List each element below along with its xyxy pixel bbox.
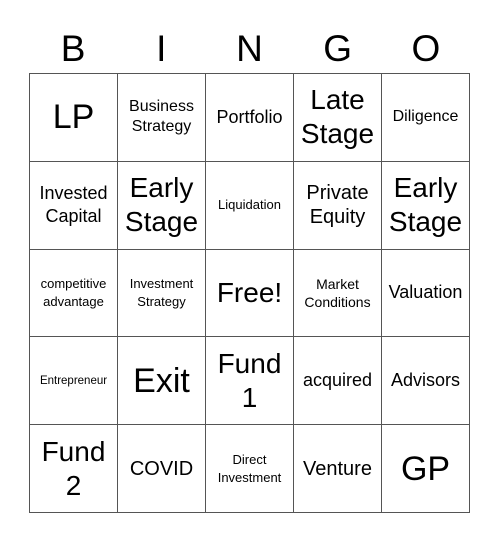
cell-text: Advisors — [390, 370, 461, 391]
bingo-cell[interactable]: Advisors — [382, 337, 470, 426]
bingo-cell[interactable]: Liquidation — [206, 161, 294, 250]
bingo-cell[interactable]: Venture — [294, 425, 382, 513]
cell-text: Business Strategy — [129, 98, 194, 136]
cell-text: Exit — [133, 361, 190, 400]
bingo-cell[interactable]: Exit — [118, 337, 206, 426]
cell-text: Valuation — [388, 282, 463, 303]
cell-text: Early Stage — [388, 172, 463, 238]
cell-text: Portfolio — [216, 106, 283, 127]
cell-text: Early Stage — [124, 172, 199, 238]
cell-text: LP — [52, 98, 95, 137]
header-letter-i: I — [156, 28, 167, 69]
header-letter-o: O — [411, 28, 441, 69]
header-letter-n: N — [236, 28, 263, 69]
cell-text: Fund 1 — [217, 347, 282, 413]
cell-text: acquired — [302, 370, 373, 391]
cell-text: Direct Investment — [217, 451, 282, 485]
cell-text: competitive advantage — [40, 275, 107, 309]
cell-text: Investment Strategy — [129, 275, 194, 309]
bingo-cell[interactable]: LP — [30, 74, 118, 162]
bingo-cell[interactable]: Entrepreneur — [30, 337, 118, 426]
bingo-cell free-space[interactable]: Free! — [206, 249, 294, 338]
cell-text: Diligence — [392, 108, 459, 126]
cell-text: COVID — [129, 457, 194, 480]
bingo-cell[interactable]: Portfolio — [206, 74, 294, 162]
cell-text: Free! — [216, 276, 283, 308]
cell-text: GP — [400, 449, 451, 488]
cell-text: Liquidation — [218, 197, 281, 213]
bingo-cell[interactable]: Fund 1 — [206, 337, 294, 426]
bingo-cell[interactable]: Early Stage — [382, 161, 470, 250]
bingo-cell[interactable]: acquired — [294, 337, 382, 426]
cell-text: Entrepreneur — [39, 374, 108, 387]
bingo-cell[interactable]: Early Stage — [118, 161, 206, 250]
bingo-cell[interactable]: Fund 2 — [30, 425, 118, 513]
bingo-card-grid: LP Business Strategy Portfolio Late Stag… — [29, 73, 470, 513]
cell-text: Private Equity — [306, 182, 369, 229]
bingo-cell[interactable]: Late Stage — [294, 74, 382, 162]
bingo-cell[interactable]: Market Conditions — [294, 249, 382, 338]
cell-text: Late Stage — [300, 84, 375, 150]
bingo-cell[interactable]: Business Strategy — [118, 74, 206, 162]
bingo-cell[interactable]: competitive advantage — [30, 249, 118, 338]
bingo-cell[interactable]: Investment Strategy — [118, 249, 206, 338]
bingo-cell[interactable]: Diligence — [382, 74, 470, 162]
bingo-header: B I N G O — [29, 26, 470, 72]
bingo-cell[interactable]: Valuation — [382, 249, 470, 338]
cell-text: Invested Capital — [39, 183, 108, 227]
bingo-cell[interactable]: GP — [382, 425, 470, 513]
cell-text: Fund 2 — [41, 435, 106, 501]
header-letter-b: B — [60, 28, 86, 69]
bingo-cell[interactable]: Invested Capital — [30, 161, 118, 250]
bingo-cell[interactable]: Private Equity — [294, 161, 382, 250]
bingo-cell[interactable]: Direct Investment — [206, 425, 294, 513]
cell-text: Market Conditions — [304, 275, 371, 310]
bingo-cell[interactable]: COVID — [118, 425, 206, 513]
cell-text: Venture — [303, 457, 372, 480]
header-letter-g: G — [323, 28, 353, 69]
